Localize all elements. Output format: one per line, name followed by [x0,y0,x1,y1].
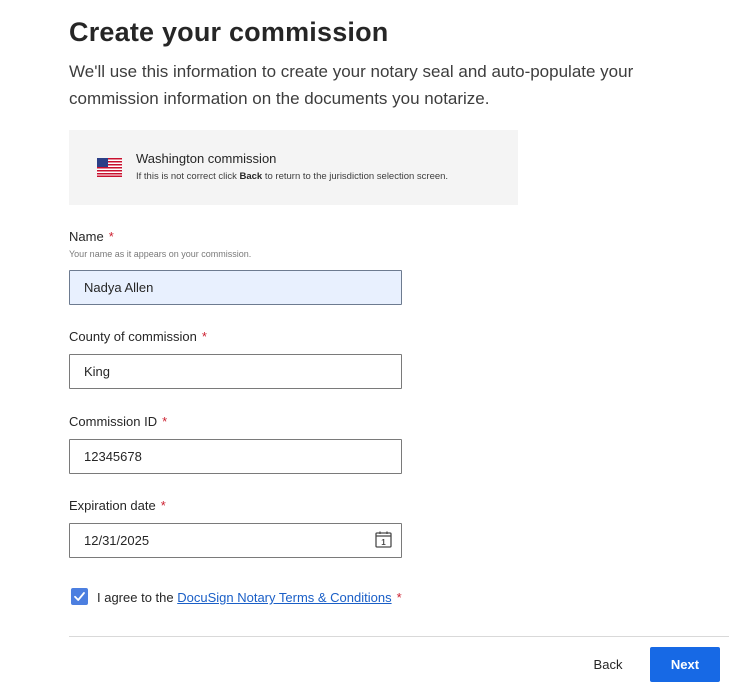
svg-text:1: 1 [381,538,386,547]
jurisdiction-info-box: Washington commission If this is not cor… [69,130,518,205]
calendar-icon[interactable]: 1 [375,531,392,548]
terms-checkbox[interactable] [71,588,88,605]
page-subtitle: We'll use this information to create you… [69,62,634,108]
commission-id-input[interactable] [69,439,402,474]
jurisdiction-hint: If this is not correct click Back to ret… [136,171,449,182]
jurisdiction-title: Washington commission [136,151,277,166]
commission-id-label: Commission ID * [69,414,168,429]
page-title: Create your commission [69,17,389,47]
expiration-date-input[interactable] [69,523,402,558]
required-marker: * [396,590,402,605]
county-label: County of commission * [69,329,207,344]
jurisdiction-hint-back: Back [239,171,263,182]
name-help-text: Your name as it appears on your commissi… [69,249,252,259]
footer-divider [69,636,729,637]
required-marker: * [160,498,166,513]
us-flag-icon [97,158,122,177]
county-input[interactable] [69,354,402,389]
next-button[interactable]: Next [650,647,720,682]
back-button[interactable]: Back [580,648,636,681]
required-marker: * [201,329,207,344]
required-marker: * [108,229,114,244]
terms-agreement-label: I agree to the DocuSign Notary Terms & C… [97,590,402,605]
name-label: Name * [69,229,114,244]
terms-link[interactable]: DocuSign Notary Terms & Conditions [177,590,391,605]
expiration-date-label: Expiration date * [69,498,166,513]
required-marker: * [162,414,168,429]
name-input[interactable] [69,270,402,305]
